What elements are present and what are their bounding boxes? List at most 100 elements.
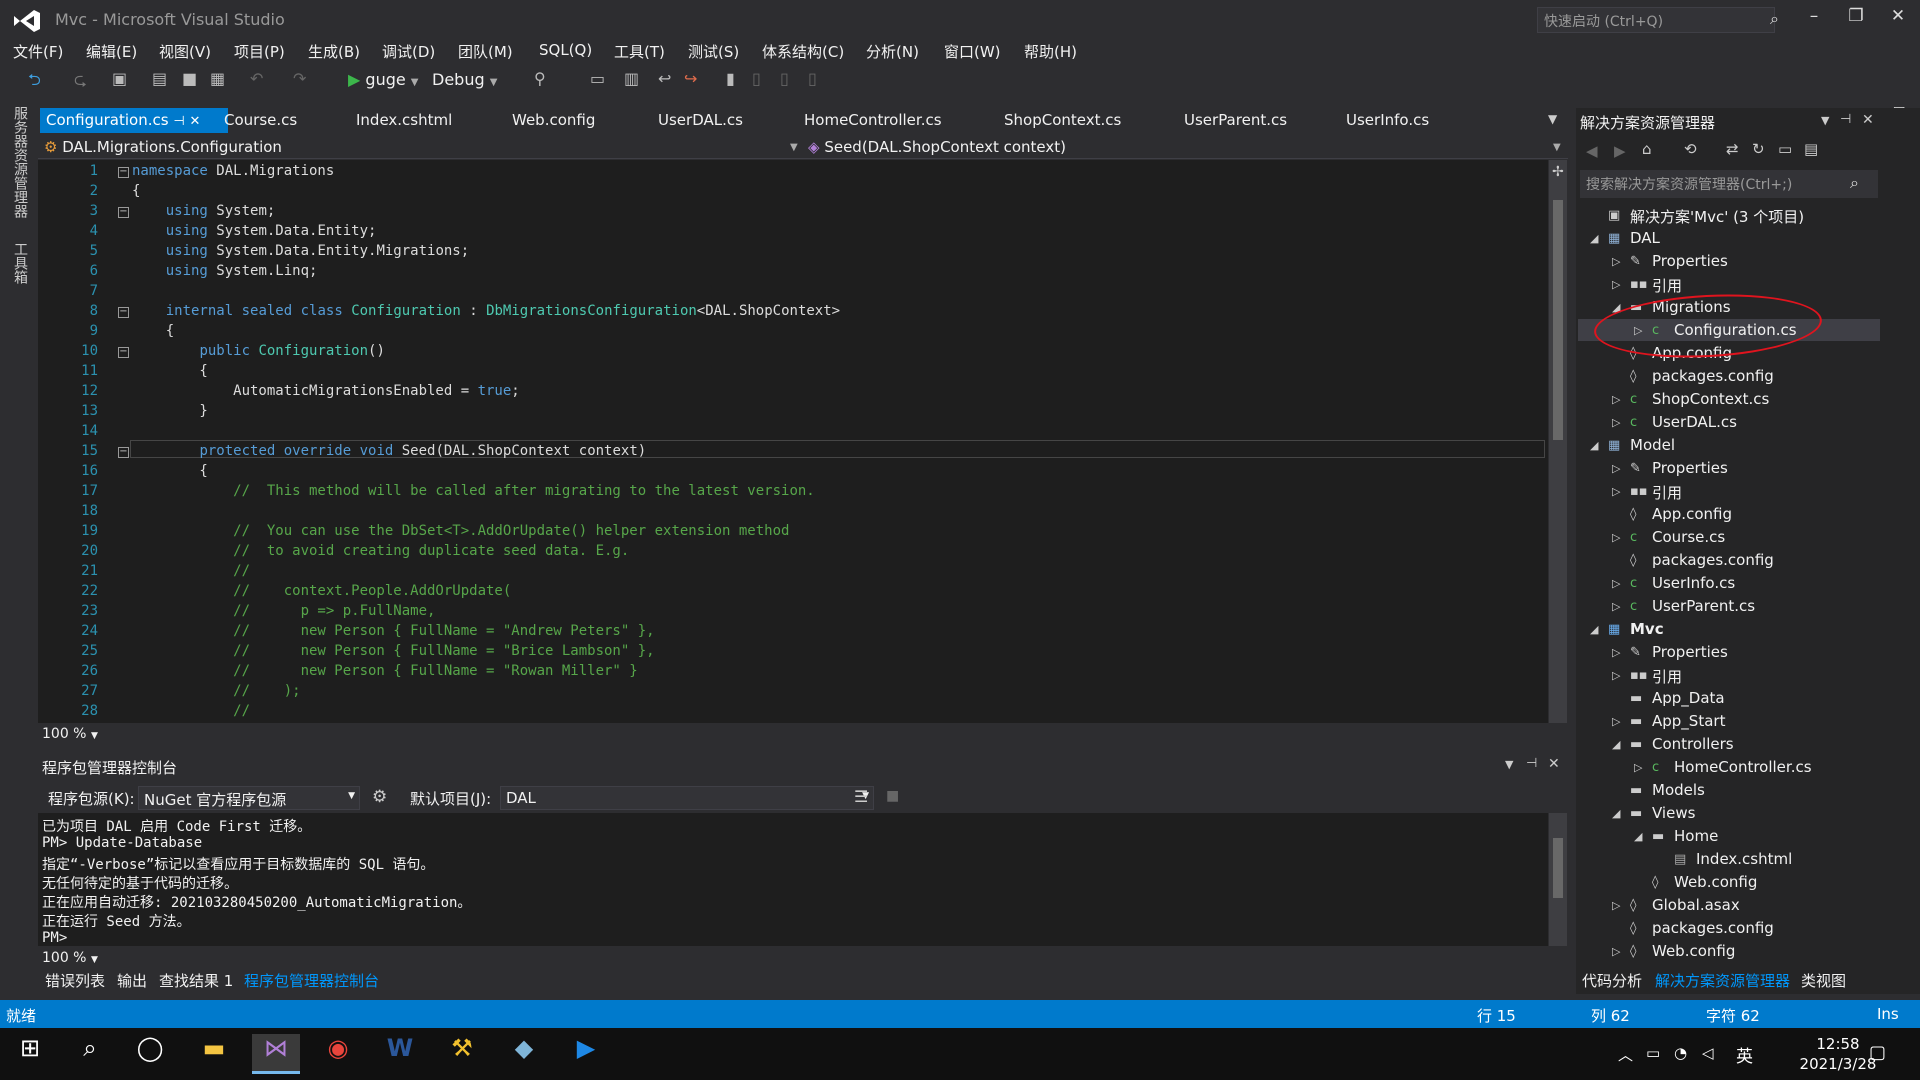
chevron-down-icon[interactable]: ▼ <box>790 142 798 153</box>
pmc-zoom-select[interactable]: 100 % ▼ <box>42 950 98 966</box>
chrome-icon[interactable]: ◉ <box>314 1034 362 1074</box>
menu-view[interactable]: 视图(V) <box>159 40 211 63</box>
tree-item[interactable]: Model <box>1630 436 1675 454</box>
collapsed-arrow-icon[interactable]: ▷ <box>1612 416 1620 429</box>
tree-item[interactable]: Web.config <box>1674 873 1757 891</box>
chevron-down-icon[interactable]: ▼ <box>1553 142 1561 153</box>
expanded-arrow-icon[interactable]: ◢ <box>1590 232 1598 245</box>
tree-item[interactable]: Properties <box>1652 459 1728 477</box>
menu-tools[interactable]: 工具(T) <box>614 40 665 63</box>
close-icon[interactable]: ✕ <box>1880 6 1916 34</box>
tab-code-analysis[interactable]: 代码分析 <box>1582 970 1642 991</box>
editor-scroll-thumb[interactable] <box>1553 200 1563 440</box>
package-source-select[interactable]: NuGet 官方程序包源 ▼ <box>138 786 360 810</box>
close-icon[interactable]: ✕ <box>1862 112 1874 128</box>
quick-launch-input[interactable]: 快速启动 (Ctrl+Q) <box>1537 7 1775 33</box>
default-project-select[interactable]: DAL ▼ <box>500 786 874 810</box>
tree-item[interactable]: Controllers <box>1652 735 1734 753</box>
tree-item[interactable]: packages.config <box>1652 367 1774 385</box>
menu-help[interactable]: 帮助(H) <box>1024 40 1077 63</box>
visual-studio-taskbar-icon[interactable]: ⋈ <box>252 1034 300 1074</box>
menu-window[interactable]: 窗口(W) <box>944 40 1001 63</box>
collapsed-arrow-icon[interactable]: ▷ <box>1612 531 1620 544</box>
comment-icon[interactable]: ▭ <box>590 69 605 88</box>
tab-package-manager-console[interactable]: 程序包管理器控制台 <box>244 970 379 991</box>
tree-item[interactable]: DAL <box>1630 229 1660 247</box>
forward-icon[interactable]: ⮎ <box>74 69 87 96</box>
collapsed-arrow-icon[interactable]: ▷ <box>1612 278 1620 291</box>
save-icon[interactable]: ■ <box>182 69 197 88</box>
back-icon[interactable]: ⮌ <box>28 69 41 96</box>
menu-test[interactable]: 测试(S) <box>688 40 739 63</box>
media-icon[interactable]: ▶ <box>562 1034 610 1074</box>
sync-icon[interactable]: ⟲ <box>1684 140 1697 158</box>
clear-bookmarks-icon[interactable]: ▯ <box>808 69 817 88</box>
tab-configuration-cs[interactable]: Configuration.cs ⊣ ✕ <box>40 108 228 133</box>
prev-bookmark-icon[interactable]: ▯ <box>752 69 761 88</box>
uncomment-icon[interactable]: ▥ <box>624 69 639 88</box>
fold-toggle-icon[interactable]: − <box>118 347 129 358</box>
type-dropdown[interactable]: ⚙ DAL.Migrations.Configuration <box>44 138 282 156</box>
menu-architecture[interactable]: 体系结构(C) <box>762 40 844 63</box>
wifi-icon[interactable]: ◔ <box>1674 1044 1687 1062</box>
clock[interactable]: 12:58 2021/3/28 <box>1798 1034 1878 1074</box>
word-icon[interactable]: W <box>376 1034 424 1074</box>
menu-analyze[interactable]: 分析(N) <box>866 40 919 63</box>
bookmark-icon[interactable]: ▮ <box>726 69 735 88</box>
restore-icon[interactable]: ❐ <box>1838 6 1874 34</box>
expanded-arrow-icon[interactable]: ◢ <box>1634 830 1642 843</box>
chevron-down-icon[interactable]: ▼ <box>1505 758 1513 771</box>
next-bookmark-icon[interactable]: ▯ <box>780 69 789 88</box>
tree-item[interactable]: Mvc <box>1630 620 1664 638</box>
pending-changes-icon[interactable]: ⇄ <box>1726 140 1739 158</box>
tab-userdal-cs[interactable]: UserDAL.cs <box>652 108 749 133</box>
tree-item[interactable]: Web.config <box>1652 942 1735 960</box>
windows-start-icon[interactable]: ⊞ <box>6 1034 54 1074</box>
tab-solution-explorer[interactable]: 解决方案资源管理器 <box>1655 970 1790 991</box>
tab-output[interactable]: 输出 <box>117 970 147 991</box>
stop-icon[interactable]: ■ <box>886 788 899 804</box>
tree-item[interactable]: Properties <box>1652 643 1728 661</box>
tab-web-config[interactable]: Web.config <box>506 108 601 133</box>
fold-toggle-icon[interactable]: − <box>118 167 129 178</box>
start-debugging-button[interactable]: ▶ guge ▼ <box>348 70 419 89</box>
collapsed-arrow-icon[interactable]: ▷ <box>1612 462 1620 475</box>
back-icon[interactable]: ◀ <box>1586 142 1598 160</box>
collapsed-arrow-icon[interactable]: ▷ <box>1612 899 1620 912</box>
expanded-arrow-icon[interactable]: ◢ <box>1612 738 1620 751</box>
step-icon[interactable]: ↩ <box>658 69 671 88</box>
close-icon[interactable]: ✕ <box>189 114 200 129</box>
tree-item[interactable]: 引用 <box>1652 482 1682 503</box>
settings-icon[interactable]: ⚙ <box>372 787 387 807</box>
tree-item[interactable]: 引用 <box>1652 275 1682 296</box>
expanded-arrow-icon[interactable]: ◢ <box>1612 807 1620 820</box>
collapse-all-icon[interactable]: ▭ <box>1778 140 1792 158</box>
collapsed-arrow-icon[interactable]: ▷ <box>1634 761 1642 774</box>
solution-search-input[interactable]: 搜索解决方案资源管理器(Ctrl+;) <box>1580 170 1878 198</box>
pin-icon[interactable]: ⊣ <box>173 114 184 129</box>
fold-toggle-icon[interactable]: − <box>118 447 129 458</box>
menu-sql[interactable]: SQL(Q) <box>539 40 592 60</box>
tab-userinfo-cs[interactable]: UserInfo.cs <box>1340 108 1435 133</box>
tree-item[interactable]: UserDAL.cs <box>1652 413 1737 431</box>
tree-item[interactable]: HomeController.cs <box>1674 758 1812 776</box>
collapsed-arrow-icon[interactable]: ▷ <box>1612 945 1620 958</box>
collapsed-arrow-icon[interactable]: ▷ <box>1612 600 1620 613</box>
tree-item[interactable]: Properties <box>1652 252 1728 270</box>
toolbox-tab[interactable]: 工具箱 <box>10 242 30 284</box>
tab-homecontroller-cs[interactable]: HomeController.cs <box>798 108 948 133</box>
tree-item[interactable]: Views <box>1652 804 1695 822</box>
tree-item[interactable]: Global.asax <box>1652 896 1740 914</box>
search-icon[interactable]: ⌕ <box>66 1034 114 1074</box>
tree-item[interactable]: packages.config <box>1652 551 1774 569</box>
expanded-arrow-icon[interactable]: ◢ <box>1590 439 1598 452</box>
tab-index-cshtml[interactable]: Index.cshtml <box>350 108 458 133</box>
split-icon[interactable]: ✢ <box>1552 164 1564 180</box>
redo-icon[interactable]: ↷ <box>293 69 306 88</box>
tab-list-dropdown-icon[interactable]: ▼ <box>1548 112 1557 126</box>
close-icon[interactable]: ✕ <box>1548 756 1560 772</box>
notification-icon[interactable]: ▢ <box>1869 1042 1886 1063</box>
tree-item[interactable]: 引用 <box>1652 666 1682 687</box>
expanded-arrow-icon[interactable]: ◢ <box>1590 623 1598 636</box>
tree-item[interactable]: Models <box>1652 781 1705 799</box>
